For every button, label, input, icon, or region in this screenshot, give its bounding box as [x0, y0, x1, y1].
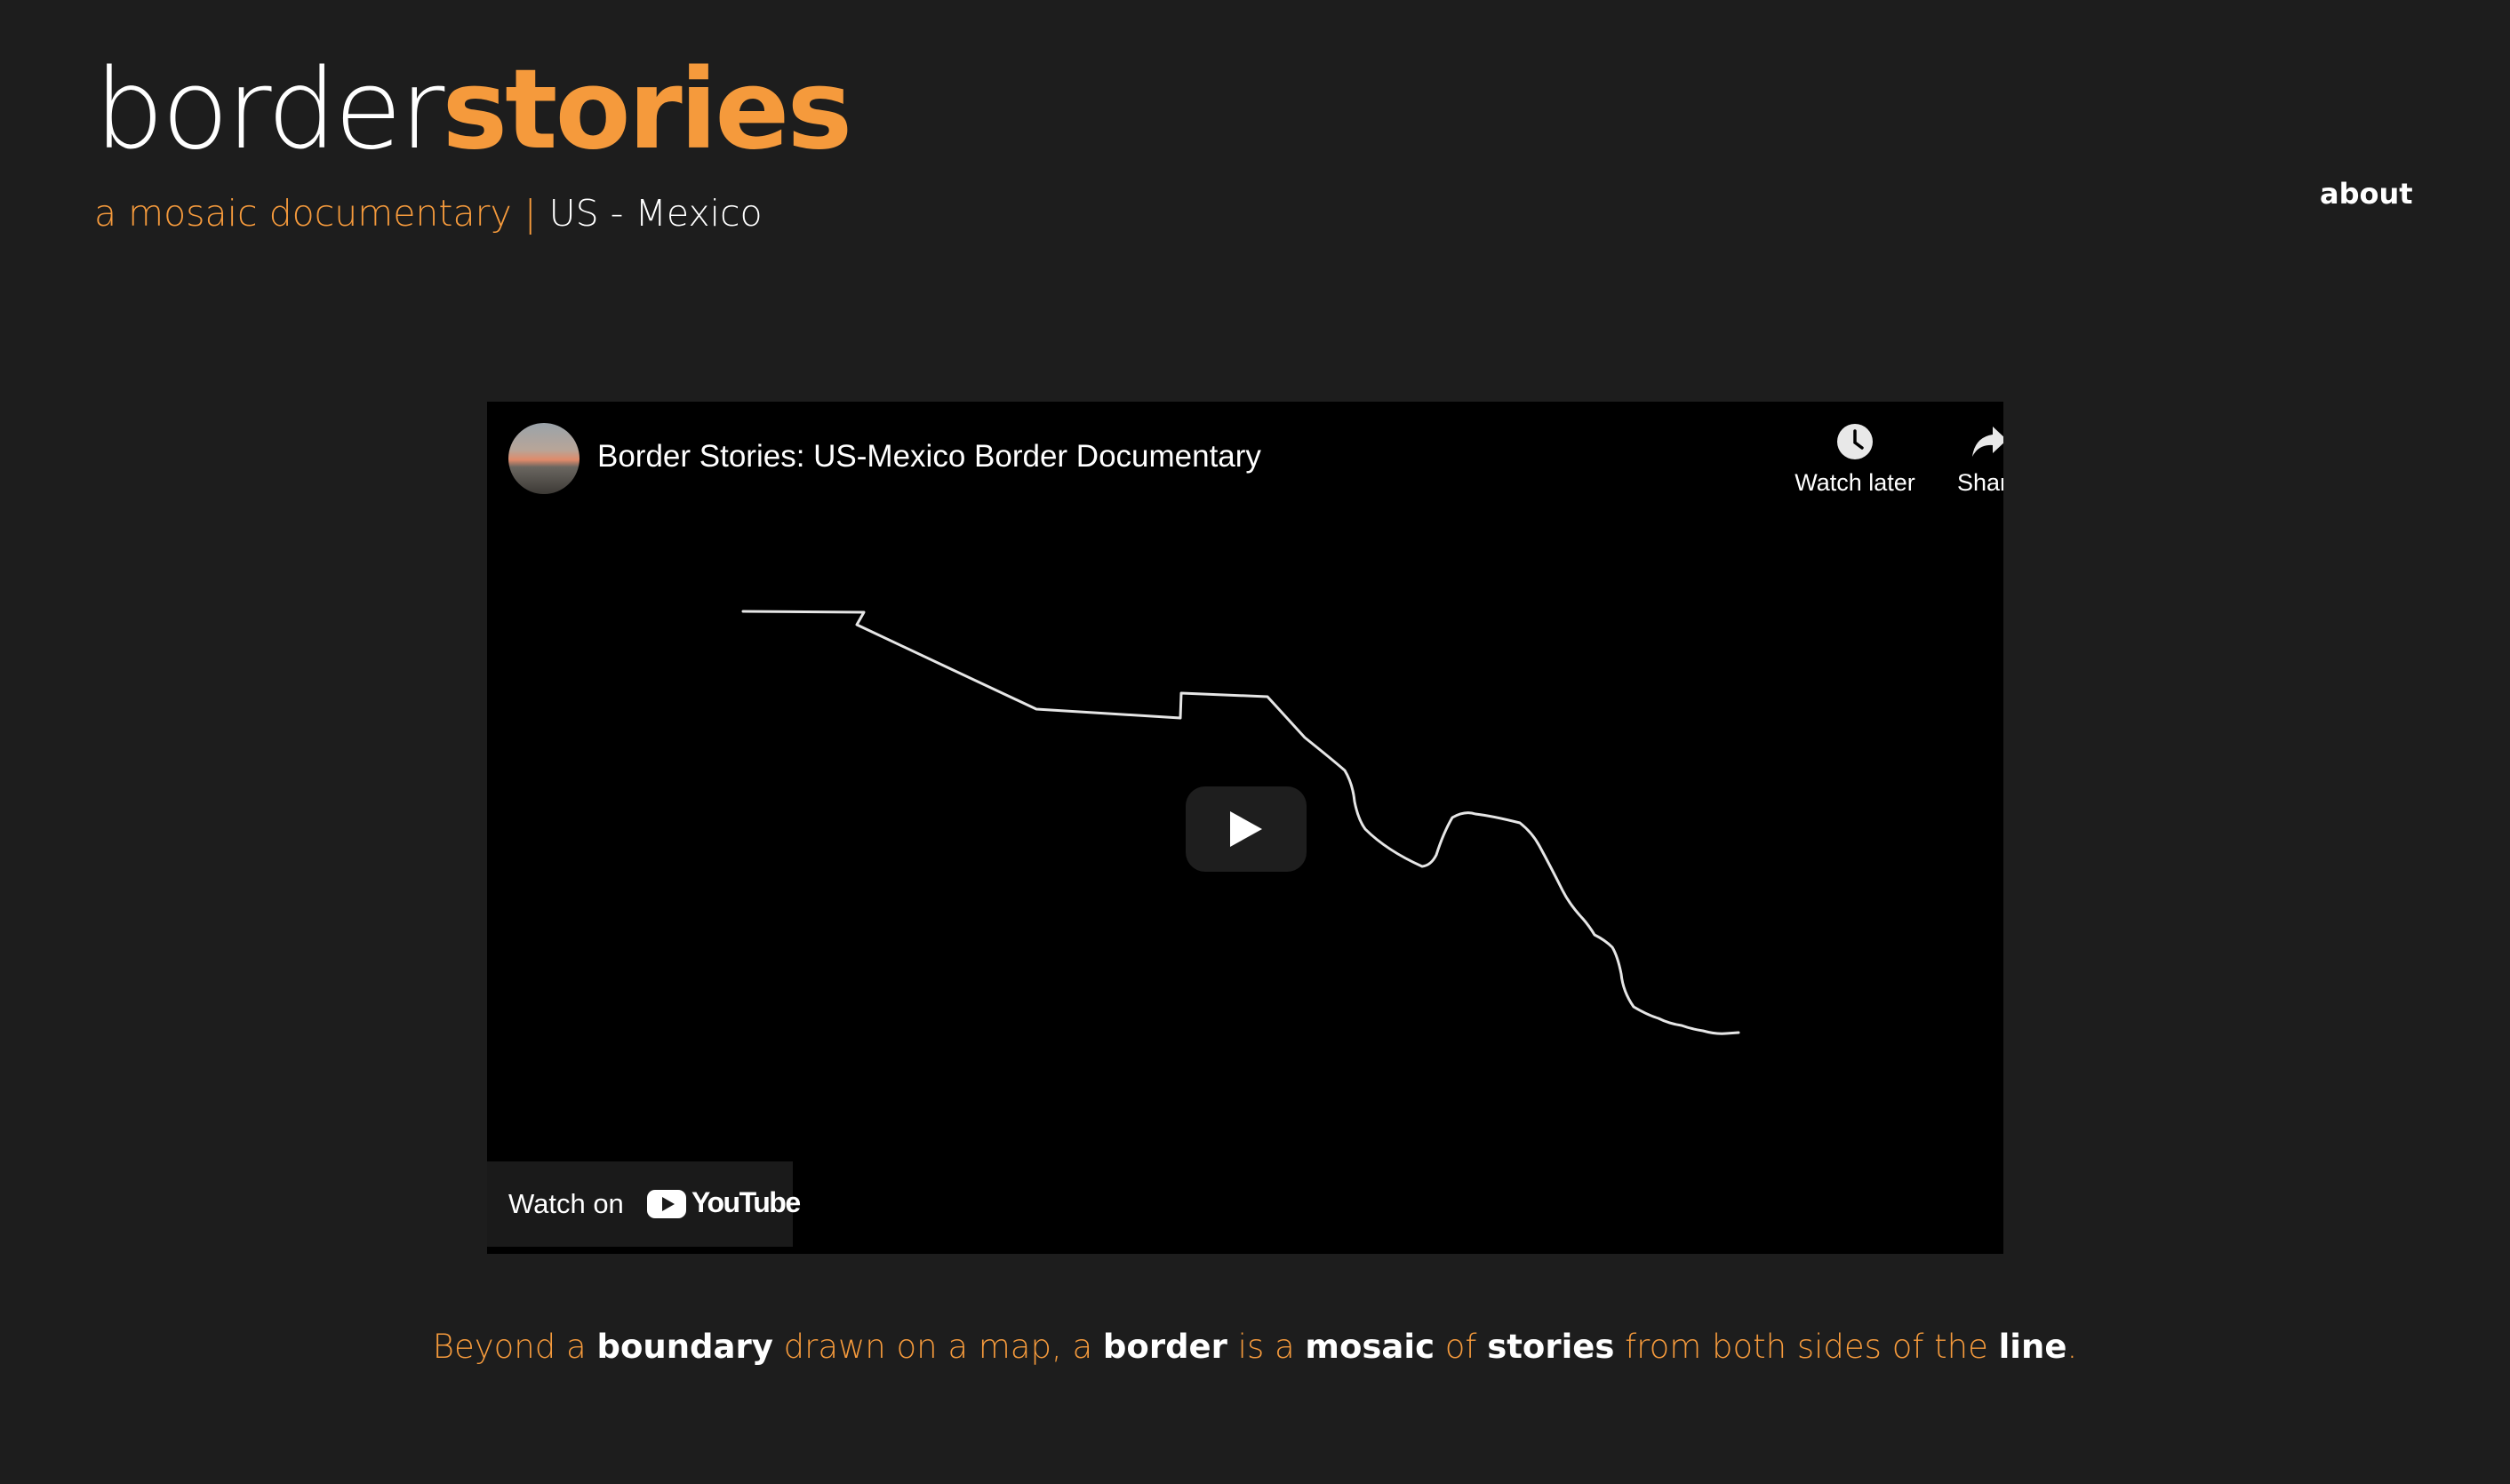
caption-text: .: [2066, 1328, 2078, 1366]
caption-emphasis: stories: [1487, 1328, 1615, 1366]
caption-text: drawn on a map, a: [772, 1328, 1103, 1366]
caption-text: is a: [1227, 1328, 1306, 1366]
video-title[interactable]: Border Stories: US-Mexico Border Documen…: [597, 439, 1261, 475]
about-link[interactable]: about: [2320, 177, 2413, 211]
logo-stories-word: stories: [442, 46, 852, 174]
share-label: Share: [1956, 469, 2003, 496]
play-icon: [1230, 811, 1262, 847]
caption-text: from both sides of the: [1614, 1328, 1999, 1366]
logo-border-word: border: [94, 46, 444, 174]
tagline-region: US - Mexico: [548, 192, 763, 235]
caption-text: of: [1435, 1328, 1488, 1366]
caption-text: Beyond a: [432, 1328, 597, 1366]
channel-avatar[interactable]: [508, 423, 580, 494]
play-button[interactable]: [1186, 786, 1307, 872]
video-player[interactable]: Border Stories: US-Mexico Border Documen…: [487, 402, 2003, 1254]
site-logo[interactable]: borderstories: [94, 55, 852, 165]
share-button[interactable]: Share: [1945, 423, 2003, 497]
tagline-separator: |: [524, 192, 537, 235]
caption-emphasis: mosaic: [1305, 1328, 1435, 1366]
caption-emphasis: line: [1998, 1328, 2067, 1366]
page: borderstories a mosaic documentary | US - …: [0, 0, 2510, 1484]
watch-on-label: Watch on: [508, 1188, 624, 1219]
watch-on-youtube-button[interactable]: Watch on YouTube: [487, 1161, 801, 1247]
watch-later-button[interactable]: Watch later: [1788, 423, 1922, 497]
share-arrow-icon: [1972, 427, 2003, 457]
tagline-documentary: a mosaic documentary: [94, 192, 512, 235]
tagline-caption: Beyond a boundary drawn on a map, a bord…: [0, 1328, 2510, 1366]
watch-later-label: Watch later: [1795, 469, 1915, 496]
tagline: a mosaic documentary | US - Mexico: [94, 192, 763, 235]
caption-emphasis: boundary: [596, 1328, 773, 1366]
youtube-logo-icon: [647, 1190, 686, 1218]
caption-emphasis: border: [1102, 1328, 1227, 1366]
clock-icon: [1837, 424, 1873, 459]
youtube-wordmark: YouTube: [691, 1186, 801, 1218]
